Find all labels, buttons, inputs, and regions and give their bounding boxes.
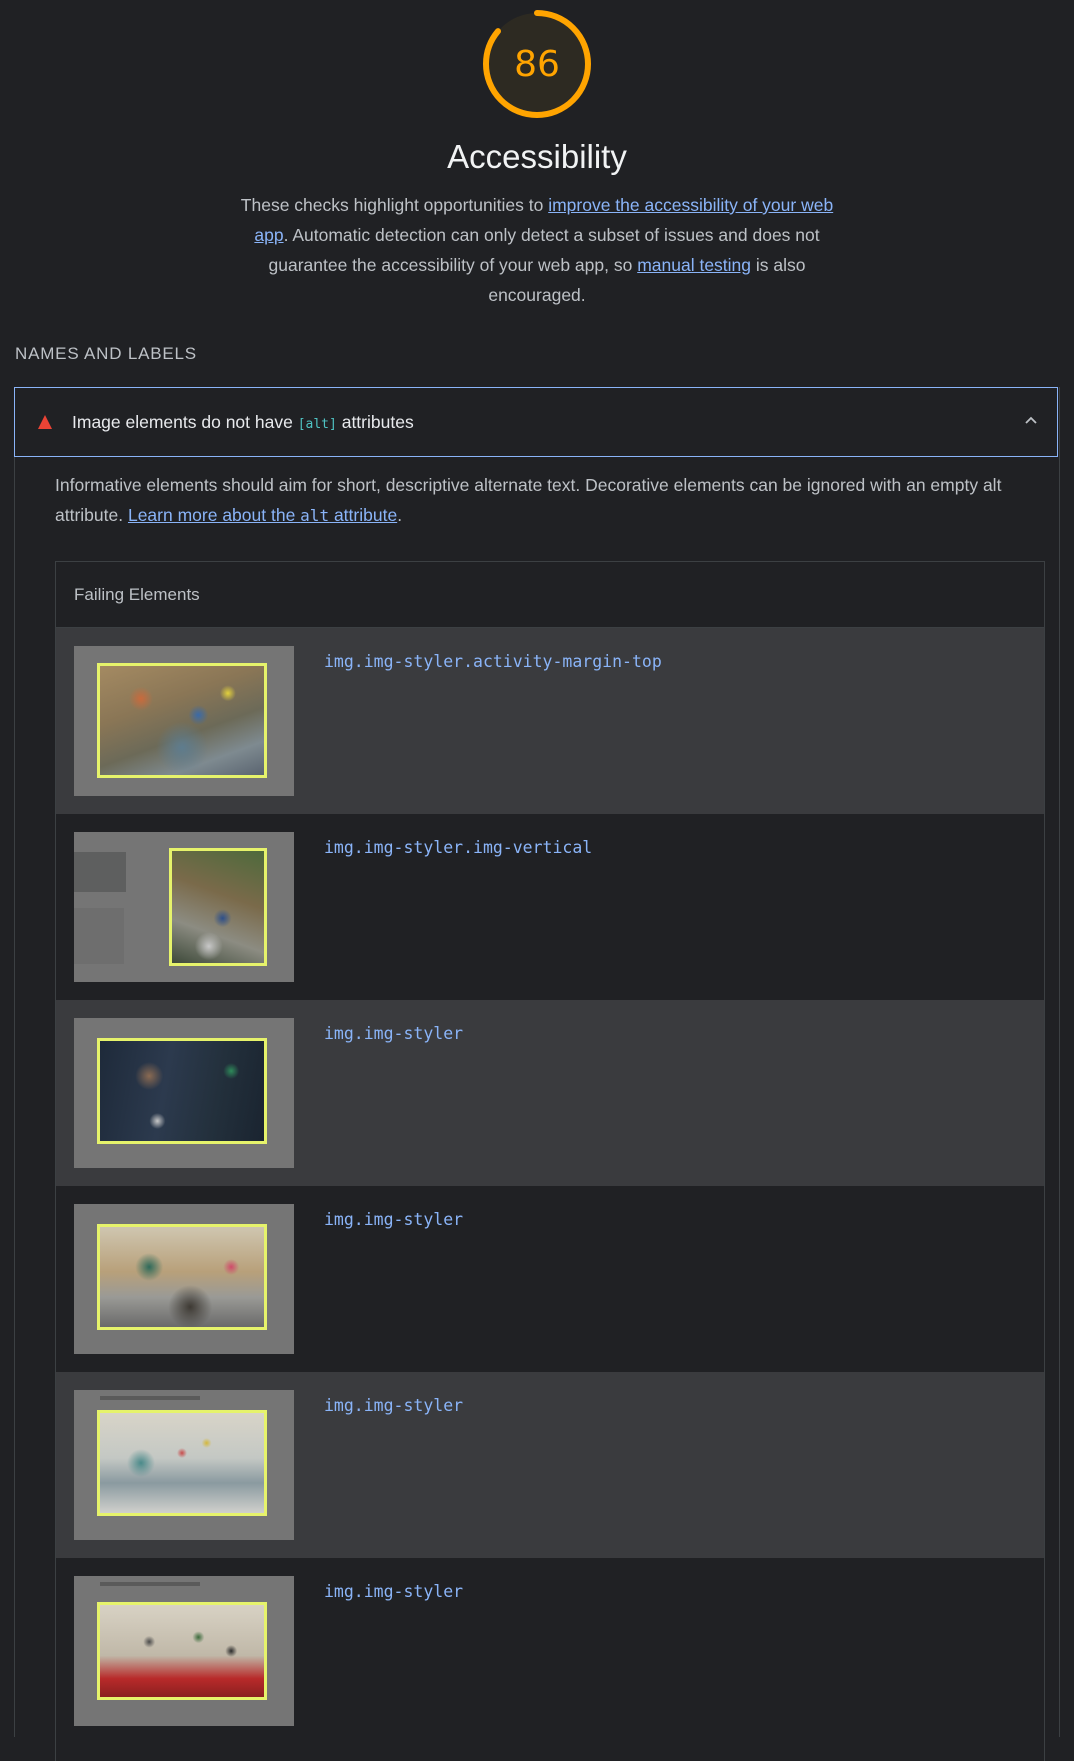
audit-title-code: [alt] — [297, 417, 337, 432]
score-value: 86 — [514, 43, 560, 85]
table-row[interactable]: img.img-styler — [56, 1000, 1044, 1186]
audit-title: Image elements do not have [alt] attribu… — [72, 412, 414, 433]
highlighted-image — [97, 1224, 267, 1330]
audit-image-alt: Image elements do not have [alt] attribu… — [14, 387, 1060, 1761]
element-selector: img.img-styler.activity-margin-top — [324, 652, 662, 671]
score-gauge: 86 — [481, 8, 593, 120]
highlighted-image — [97, 1410, 267, 1516]
table-row[interactable]: img.img-styler — [56, 1186, 1044, 1372]
page-fragment — [100, 1582, 200, 1586]
table-row[interactable]: img.img-styler.img-vertical — [56, 814, 1044, 1000]
failing-elements-table: Failing Elements img.img-styler.activity… — [55, 561, 1045, 1761]
element-selector: img.img-styler — [324, 1396, 464, 1415]
highlighted-image — [97, 1038, 267, 1144]
learn-more-alt-link[interactable]: Learn more about the alt attribute — [128, 505, 397, 525]
element-screenshot — [74, 1018, 294, 1168]
page-fragment — [74, 908, 124, 964]
audit-title-text: Image elements do not have — [72, 412, 298, 432]
table-row[interactable]: img.img-styler.activity-margin-top — [56, 628, 1044, 814]
element-selector: img.img-styler — [324, 1582, 464, 1601]
element-screenshot — [74, 1390, 294, 1540]
table-row[interactable]: img.img-styler — [56, 1558, 1044, 1744]
element-screenshot — [74, 1576, 294, 1726]
element-screenshot — [74, 646, 294, 796]
element-screenshot — [74, 832, 294, 982]
element-screenshot — [74, 1204, 294, 1354]
highlighted-image — [97, 1602, 267, 1700]
audit-description-text: . — [397, 505, 403, 525]
manual-testing-link[interactable]: manual testing — [637, 255, 751, 275]
element-selector: img.img-styler.img-vertical — [324, 838, 593, 857]
highlighted-image — [97, 663, 267, 778]
highlighted-image — [169, 848, 267, 966]
category-description: These checks highlight opportunities to … — [232, 190, 842, 310]
element-selector: img.img-styler — [324, 1024, 464, 1043]
warning-triangle-icon — [38, 415, 52, 429]
audit-description: Informative elements should aim for shor… — [55, 470, 1045, 531]
table-row[interactable]: img.img-styler — [56, 1372, 1044, 1558]
page-fragment — [100, 1396, 200, 1400]
audit-header[interactable]: Image elements do not have [alt] attribu… — [14, 387, 1058, 457]
table-header: Failing Elements — [56, 562, 1044, 628]
chevron-up-icon[interactable] — [1023, 412, 1039, 428]
page-fragment — [74, 852, 126, 892]
audit-group-title: NAMES AND LABELS — [15, 344, 197, 363]
description-text: These checks highlight opportunities to — [240, 195, 549, 215]
element-selector: img.img-styler — [324, 1210, 464, 1229]
audit-title-text: attributes — [336, 412, 414, 432]
category-title: Accessibility — [447, 138, 627, 175]
